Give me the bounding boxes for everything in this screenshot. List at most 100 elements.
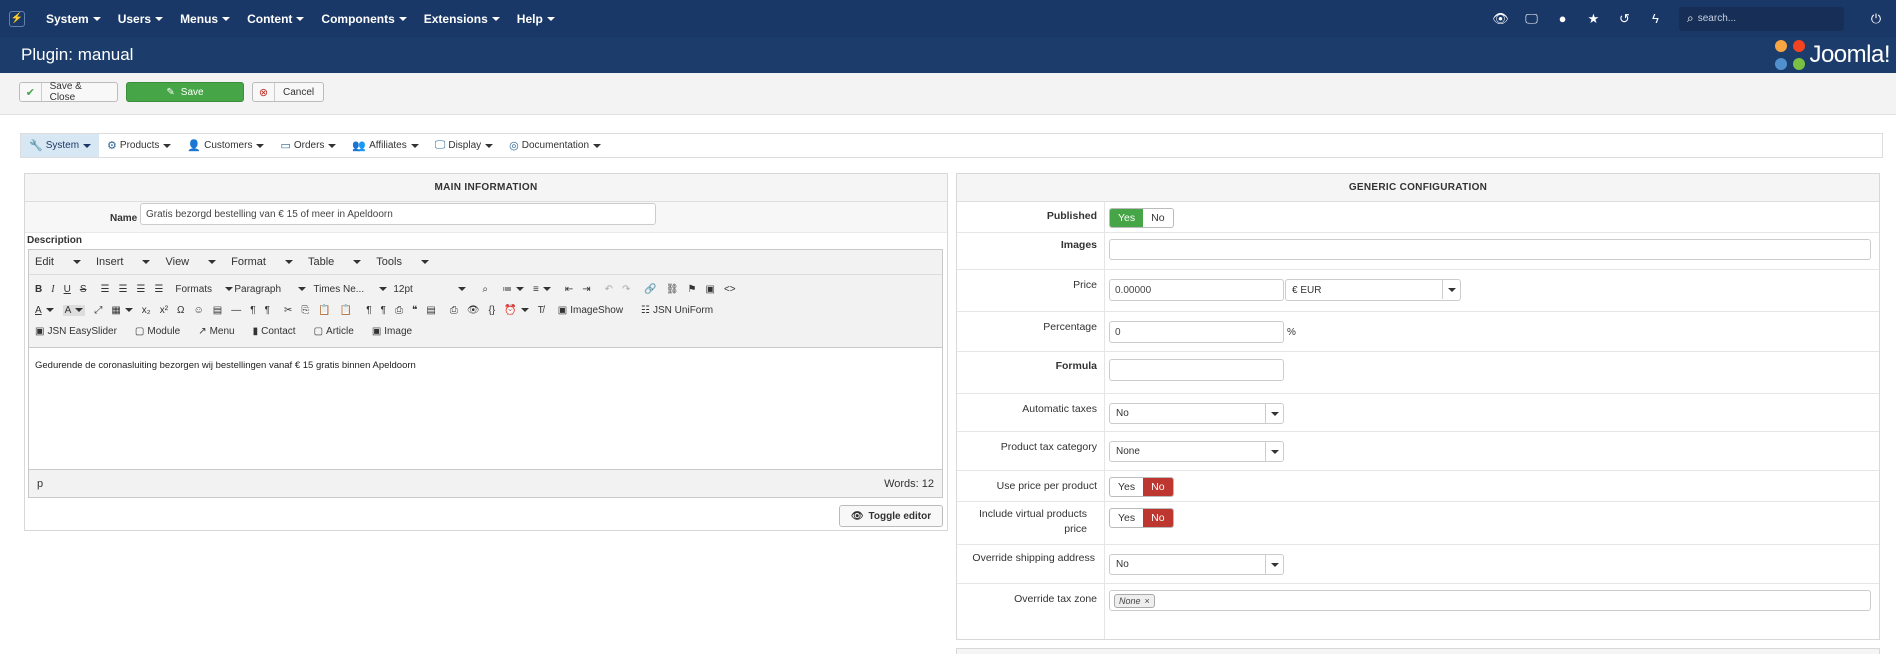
contact-button[interactable]: ▮ Contact	[253, 326, 305, 337]
font-family-dropdown[interactable]: Times Ne...	[313, 284, 388, 295]
background-color-icon[interactable]: A	[62, 304, 86, 316]
horizontal-rule-icon[interactable]: —	[231, 305, 241, 316]
toggle-editor-button[interactable]: 👁 Toggle editor	[839, 505, 943, 527]
tab-system[interactable]: 🔧 System	[21, 134, 100, 157]
tab-affiliates[interactable]: 👥 Affiliates	[344, 134, 426, 157]
override-shipping-select[interactable]: No	[1109, 554, 1284, 575]
tab-display[interactable]: 🖵 Display	[427, 134, 501, 157]
pagebreak-icon[interactable]: ▤	[426, 305, 435, 316]
override-tax-zone-field[interactable]: None ×	[1109, 590, 1871, 611]
menu-content[interactable]: Content	[247, 12, 305, 26]
save-button[interactable]: ✎ Save	[126, 82, 244, 102]
virtual-products-no[interactable]: No	[1143, 509, 1173, 527]
rtl-icon[interactable]: ¶	[265, 305, 270, 316]
published-toggle[interactable]: Yes No	[1109, 208, 1174, 228]
paste-icon[interactable]: 📋	[318, 305, 330, 316]
datetime-icon[interactable]: ⏰	[504, 305, 529, 316]
star-icon[interactable]: ★	[1578, 11, 1609, 27]
menu-users[interactable]: Users	[118, 12, 164, 26]
tab-products[interactable]: ⚙ Products	[99, 134, 179, 157]
redo-icon[interactable]: ↷	[622, 284, 630, 295]
name-input[interactable]: Gratis bezorgd bestelling van € 15 of me…	[140, 203, 656, 225]
editor-menu-table[interactable]: Table	[308, 256, 362, 268]
editor-menu-edit[interactable]: Edit	[35, 256, 81, 268]
element-path[interactable]: p	[37, 478, 43, 490]
automatic-taxes-select[interactable]: No	[1109, 403, 1284, 424]
published-yes[interactable]: Yes	[1110, 209, 1144, 227]
menu-system[interactable]: System	[46, 12, 101, 26]
bold-icon[interactable]: B	[35, 284, 42, 295]
currency-select[interactable]: € EUR	[1285, 279, 1461, 301]
visual-chars-icon[interactable]: ¶	[366, 305, 371, 316]
price-per-product-no[interactable]: No	[1143, 478, 1173, 496]
visual-blocks-icon[interactable]: ¶	[381, 305, 386, 316]
editor-menu-insert[interactable]: Insert	[96, 256, 151, 268]
price-per-product-yes[interactable]: Yes	[1110, 478, 1143, 496]
text-color-icon[interactable]: A	[35, 305, 54, 316]
align-left-icon[interactable]: ☰	[100, 284, 109, 295]
jsn-easyslider-button[interactable]: ▣ JSN EasySlider	[35, 326, 126, 337]
code-sample-icon[interactable]: {}	[489, 305, 496, 316]
blockquote-icon[interactable]: ❝	[412, 305, 417, 316]
copy-icon[interactable]: ⎘	[301, 305, 309, 316]
editor-menu-format[interactable]: Format	[231, 256, 293, 268]
imageshow-button[interactable]: ▣ ImageShow	[558, 305, 632, 316]
template-icon[interactable]: ⎙	[395, 305, 403, 316]
image-icon[interactable]: ▣	[706, 284, 715, 295]
link-icon[interactable]: 🔗	[644, 284, 656, 295]
align-center-icon[interactable]: ☰	[118, 284, 127, 295]
virtual-products-toggle[interactable]: Yes No	[1109, 508, 1174, 528]
strikethrough-icon[interactable]: S	[80, 284, 87, 295]
price-per-product-toggle[interactable]: Yes No	[1109, 477, 1174, 497]
anchor-icon[interactable]: ⚑	[688, 284, 697, 295]
tax-category-select[interactable]: None	[1109, 441, 1284, 462]
jsn-uniform-button[interactable]: ☷ JSN UniForm	[641, 305, 722, 316]
special-char-icon[interactable]: Ω	[177, 305, 184, 316]
superscript-icon[interactable]: x²	[160, 305, 168, 316]
editor-menu-view[interactable]: View	[165, 256, 217, 268]
fullscreen-icon[interactable]: ⤢	[94, 305, 102, 316]
eye-icon[interactable]: 👁	[1485, 11, 1516, 27]
module-button[interactable]: ▢ Module	[135, 326, 189, 337]
joomla-admin-icon[interactable]: ⚡	[0, 0, 34, 37]
search-input[interactable]: ⌕ search...	[1679, 6, 1844, 31]
bullet-list-icon[interactable]: ≔	[502, 284, 524, 295]
tab-documentation[interactable]: ◎ Documentation	[501, 134, 609, 157]
images-field[interactable]	[1109, 239, 1871, 260]
undo-icon[interactable]: ↶	[605, 284, 613, 295]
subscript-icon[interactable]: x₂	[142, 305, 151, 316]
block-format-dropdown[interactable]: Paragraph	[234, 284, 307, 295]
underline-icon[interactable]: U	[64, 284, 71, 295]
find-replace-icon[interactable]: ⌕	[482, 284, 488, 295]
menu-help[interactable]: Help	[517, 12, 555, 26]
image-button[interactable]: ▣ Image	[372, 326, 421, 337]
remove-icon[interactable]: ×	[1145, 596, 1150, 606]
numbered-list-icon[interactable]: ≡	[533, 284, 551, 295]
cut-icon[interactable]: ✂	[284, 305, 292, 316]
power-icon[interactable]: ⏻	[1864, 11, 1888, 27]
unlink-icon[interactable]: ⛓	[666, 284, 679, 295]
table-icon[interactable]: ▦	[111, 305, 133, 316]
menu-components[interactable]: Components	[321, 12, 407, 26]
tab-customers[interactable]: 👤 Customers	[179, 134, 272, 157]
cancel-button[interactable]: ⊗ Cancel	[252, 82, 324, 102]
monitor-icon[interactable]: 🖵	[1516, 11, 1547, 27]
article-button[interactable]: ▢ Article	[314, 326, 363, 337]
paste-text-icon[interactable]: 📋	[340, 305, 352, 316]
justify-icon[interactable]: ☰	[154, 284, 163, 295]
formula-input[interactable]	[1109, 359, 1284, 381]
font-size-dropdown[interactable]: 12pt	[393, 284, 473, 295]
user-icon[interactable]: ●	[1547, 11, 1578, 26]
bolt-icon[interactable]: ϟ	[1640, 11, 1671, 26]
history-icon[interactable]: ↺	[1609, 11, 1640, 27]
virtual-products-yes[interactable]: Yes	[1110, 509, 1143, 527]
ltr-icon[interactable]: ¶	[250, 305, 255, 316]
media-icon[interactable]: ▤	[213, 305, 222, 316]
formats-dropdown[interactable]: Formats	[175, 284, 234, 295]
editor-content-area[interactable]: Gedurende de coronasluiting bezorgen wij…	[29, 348, 942, 468]
save-close-button[interactable]: ✔ Save & Close	[19, 81, 118, 103]
code-icon[interactable]: <>	[724, 284, 736, 295]
editor-menu-tools[interactable]: Tools	[376, 256, 429, 268]
tab-orders[interactable]: ▭ Orders	[272, 134, 344, 157]
price-input[interactable]: 0.00000	[1109, 279, 1284, 301]
